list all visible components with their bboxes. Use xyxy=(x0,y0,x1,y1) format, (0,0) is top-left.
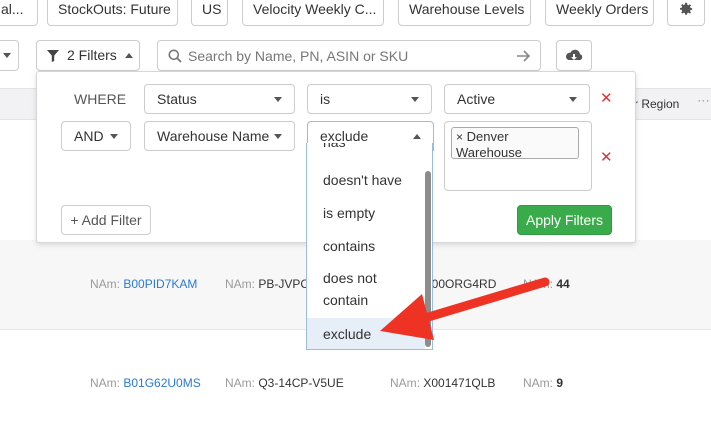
row2-pn-cell: NAm: Q3-14CP-V5UE xyxy=(225,376,344,390)
where-label: WHERE xyxy=(74,91,127,107)
chevron-down-icon xyxy=(569,97,577,102)
dropdown-option[interactable]: is empty xyxy=(307,202,425,224)
row1-operator-select[interactable]: is xyxy=(307,84,432,114)
filters-toggle-button[interactable]: 2 Filters xyxy=(36,40,140,71)
chevron-down-icon xyxy=(274,97,282,102)
gear-icon xyxy=(680,2,693,15)
dropdown-option-selected[interactable]: exclude xyxy=(307,318,425,349)
row1-pn-cell: NAm: PB-JVPC xyxy=(225,277,310,291)
chevron-down-icon xyxy=(3,53,11,58)
chevron-down-icon xyxy=(274,134,282,139)
download-button[interactable] xyxy=(556,40,592,71)
settings-button[interactable] xyxy=(667,0,705,26)
arrow-right-icon[interactable] xyxy=(517,50,531,62)
column-menu-icon[interactable]: ⋯ xyxy=(697,93,711,109)
funnel-icon xyxy=(47,50,59,62)
column-header-region[interactable]: r Region xyxy=(634,97,679,111)
tab-partial[interactable]: al... xyxy=(0,0,38,26)
row1-field-select[interactable]: Status xyxy=(144,84,295,114)
tab-weekly-orders[interactable]: Weekly Orders xyxy=(545,0,654,26)
dropdown-option[interactable]: has xyxy=(307,143,425,153)
row2-sku-cell: NAm: X001471QLB xyxy=(390,376,496,390)
value-tag: × Denver Warehouse xyxy=(451,127,579,160)
row2-remove-icon[interactable]: ✕ xyxy=(600,148,613,166)
row1-asin-cell: NAm: B00PID7KAM xyxy=(90,277,198,291)
dropdown-option[interactable]: contains xyxy=(307,235,425,257)
tab-us[interactable]: US xyxy=(191,0,228,26)
tag-remove-icon[interactable]: × xyxy=(456,130,463,144)
search-input[interactable] xyxy=(188,41,508,70)
row1-asin-link[interactable]: B00PID7KAM xyxy=(123,277,197,291)
add-filter-button[interactable]: + Add Filter xyxy=(61,205,151,235)
row2-conjunction-select[interactable]: AND xyxy=(61,121,131,151)
dropdown-option[interactable]: doesn't have xyxy=(307,169,425,191)
apply-filters-button[interactable]: Apply Filters xyxy=(517,205,612,235)
row1-value-select[interactable]: Active xyxy=(444,84,590,114)
operator-dropdown-list[interactable]: has doesn't have is empty contains does … xyxy=(306,143,433,350)
dropdown-option[interactable]: does not contain xyxy=(307,267,425,311)
cloud-download-icon xyxy=(565,49,583,60)
tab-velocity-weekly[interactable]: Velocity Weekly C... xyxy=(242,0,384,26)
row1-remove-icon[interactable]: ✕ xyxy=(600,89,613,107)
row1-count-cell: NAm: 44 xyxy=(523,277,570,291)
chevron-down-icon xyxy=(411,97,419,102)
row2-field-select[interactable]: Warehouse Name xyxy=(144,121,295,151)
tab-warehouse-levels[interactable]: Warehouse Levels xyxy=(398,0,531,26)
filters-count-label: 2 Filters xyxy=(67,47,117,63)
row2-asin-link[interactable]: B01G62U0MS xyxy=(123,376,200,390)
dropdown-scrollbar[interactable] xyxy=(425,171,431,347)
row2-value-multiselect[interactable]: × Denver Warehouse xyxy=(444,121,592,191)
chevron-down-icon xyxy=(110,134,118,139)
search-box[interactable] xyxy=(157,40,541,71)
row2-count-cell: NAm: 9 xyxy=(523,376,564,390)
search-icon xyxy=(168,49,182,63)
dropdown-button-partial[interactable] xyxy=(0,40,19,71)
chevron-up-icon xyxy=(125,53,133,58)
row2-asin-cell: NAm: B01G62U0MS xyxy=(90,376,201,390)
tab-stockouts-future[interactable]: StockOuts: Future xyxy=(47,0,178,26)
chevron-up-icon xyxy=(413,134,421,139)
row1-sku-cell: 000ORG4RD xyxy=(425,277,497,291)
